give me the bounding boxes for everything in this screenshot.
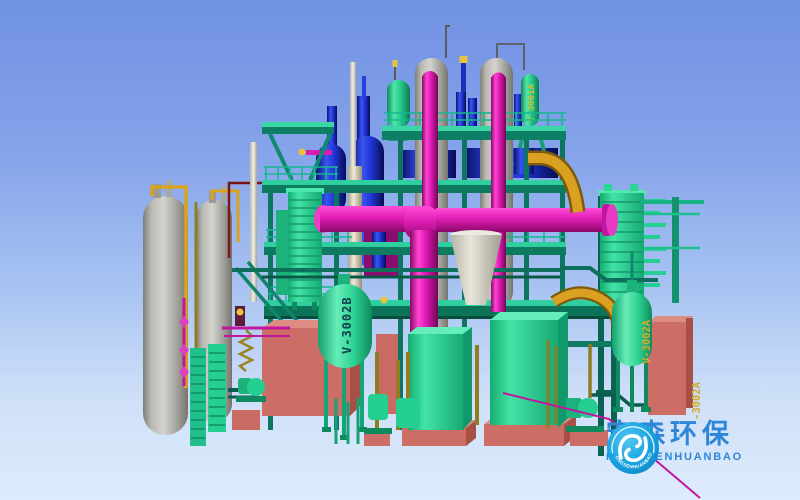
green-tanks-ground: [408, 312, 568, 430]
label-v3002a: V-3002A: [641, 319, 653, 364]
hongsen-logo-icon: HONGSENHUANBAO: [606, 421, 660, 475]
label-p3002a: -3002A: [691, 381, 703, 420]
plate-exchanger-left: [276, 188, 324, 310]
label-v3002b: V-3002B: [340, 296, 354, 354]
plate-exchanger-right: [598, 184, 704, 310]
watermark-logo: HONGSENHUANBAO 宏森环保 HONGSENHUANBAO: [606, 421, 743, 463]
vessel-v3002b: V-3002B: [318, 274, 372, 440]
plant-3d-render: V-3001A: [0, 0, 800, 500]
